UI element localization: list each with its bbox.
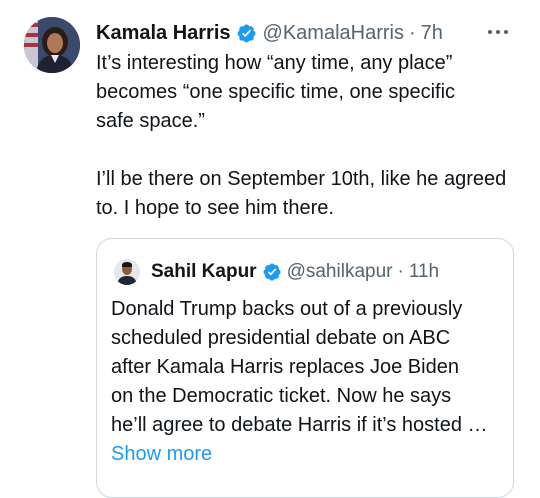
quoted-author-handle[interactable]: @sahilkapur	[287, 261, 393, 283]
quoted-author-name[interactable]: Sahil Kapur	[151, 261, 257, 283]
quoted-text-line: he’ll agree to debate Harris if it’s hos…	[111, 414, 488, 436]
show-more-link[interactable]: Show more	[111, 440, 507, 469]
more-dot	[504, 30, 508, 34]
more-options-icon[interactable]	[480, 24, 516, 40]
tweet-text-line: becomes “one specific time, one specific	[96, 81, 456, 103]
quoted-tweet-timestamp[interactable]: 11h	[409, 261, 439, 283]
more-dot	[496, 30, 500, 34]
quoted-tweet-text: Donald Trump backs out of a previously s…	[111, 295, 507, 469]
quoted-tweet[interactable]: Sahil Kapur @sahilkapur · 11h Donald Tru…	[96, 238, 514, 498]
separator-dot: ·	[408, 21, 416, 44]
tweet-text-line: It’s interesting how “any time, any plac…	[96, 52, 453, 74]
tweet: Kamala Harris @KamalaHarris · 7h It’s in…	[0, 0, 540, 498]
tweet-text: It’s interesting how “any time, any plac…	[96, 49, 532, 223]
quoted-text-line: Donald Trump backs out of a previously	[111, 298, 463, 320]
quoted-text-line: scheduled presidential debate on ABC	[111, 327, 451, 349]
quoted-text-line: on the Democratic ticket. Now he says	[111, 385, 452, 407]
author-name[interactable]: Kamala Harris	[96, 22, 231, 45]
quoted-text-line: after Kamala Harris replaces Joe Biden	[111, 356, 459, 378]
tweet-text-line: to. I hope to see him there.	[96, 197, 334, 219]
verified-badge-icon	[236, 23, 257, 44]
more-dot	[488, 30, 492, 34]
separator-dot: ·	[397, 261, 404, 282]
verified-badge-icon	[262, 262, 282, 282]
author-avatar[interactable]	[24, 17, 80, 73]
tweet-header: Kamala Harris @KamalaHarris · 7h	[96, 19, 443, 47]
tweet-timestamp[interactable]: 7h	[421, 22, 443, 45]
tweet-text-line: I’ll be there on September 10th, like he…	[96, 168, 507, 190]
quoted-author-avatar[interactable]	[114, 259, 140, 285]
tweet-text-line: safe space.”	[96, 110, 205, 132]
author-handle[interactable]: @KamalaHarris	[263, 22, 404, 45]
quoted-tweet-header: Sahil Kapur @sahilkapur · 11h	[151, 259, 439, 285]
